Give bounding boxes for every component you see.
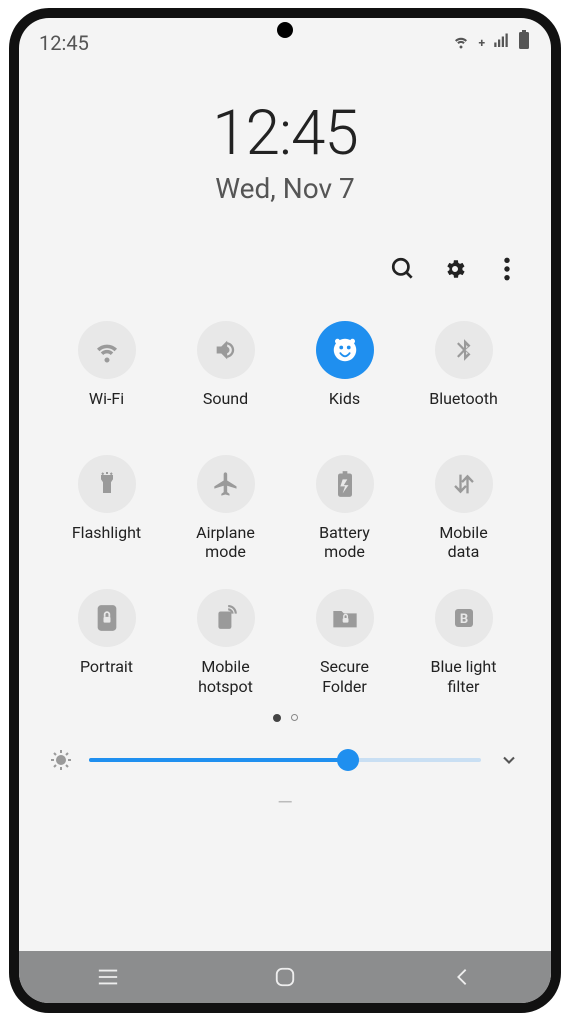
tile-label: Wi-Fi bbox=[89, 389, 124, 427]
quick-settings-grid: Wi-Fi Sound Kids Bluetooth bbox=[19, 293, 551, 706]
tile-label: Sound bbox=[203, 389, 248, 427]
more-button[interactable] bbox=[493, 255, 521, 283]
brightness-slider[interactable] bbox=[89, 748, 481, 772]
tile-battery-mode[interactable]: Battery mode bbox=[285, 455, 404, 561]
bluetooth-icon bbox=[435, 321, 493, 379]
tile-label: Mobile data bbox=[439, 523, 487, 561]
slider-thumb[interactable] bbox=[337, 749, 359, 771]
search-button[interactable] bbox=[389, 255, 417, 283]
blue-light-icon: B bbox=[435, 589, 493, 647]
header-date: Wed, Nov 7 bbox=[19, 172, 551, 205]
page-dot-active[interactable] bbox=[273, 714, 281, 722]
front-camera bbox=[277, 22, 293, 38]
tile-kids[interactable]: Kids bbox=[285, 321, 404, 427]
status-time: 12:45 bbox=[39, 31, 89, 55]
wifi-icon bbox=[78, 321, 136, 379]
tile-label: Mobile hotspot bbox=[198, 657, 253, 695]
battery-icon bbox=[517, 30, 531, 55]
brightness-icon[interactable] bbox=[49, 748, 73, 772]
status-icons: + bbox=[450, 30, 531, 55]
phone-frame: 12:45 + 12:45 Wed, Nov 7 bbox=[9, 8, 561, 1013]
back-button[interactable] bbox=[437, 966, 487, 988]
home-button[interactable] bbox=[260, 966, 310, 988]
expand-brightness-button[interactable] bbox=[497, 748, 521, 772]
tile-sound[interactable]: Sound bbox=[166, 321, 285, 427]
tile-label: Secure Folder bbox=[320, 657, 369, 695]
tile-label: Bluetooth bbox=[429, 389, 498, 427]
tile-mobile-hotspot[interactable]: Mobile hotspot bbox=[166, 589, 285, 695]
tile-wifi[interactable]: Wi-Fi bbox=[47, 321, 166, 427]
tile-label: Portrait bbox=[80, 657, 133, 695]
flashlight-icon bbox=[78, 455, 136, 513]
pagination bbox=[19, 706, 551, 730]
svg-text:B: B bbox=[459, 612, 467, 627]
panel-handle[interactable]: — bbox=[19, 778, 551, 822]
tile-label: Blue light filter bbox=[431, 657, 497, 695]
tile-airplane-mode[interactable]: Airplane mode bbox=[166, 455, 285, 561]
brightness-row bbox=[19, 730, 551, 778]
data-plus-icon: + bbox=[478, 36, 485, 50]
tile-mobile-data[interactable]: Mobile data bbox=[404, 455, 523, 561]
page-dot-inactive[interactable] bbox=[291, 714, 298, 721]
tile-label: Kids bbox=[329, 389, 360, 427]
mobile-data-icon bbox=[435, 455, 493, 513]
secure-folder-icon bbox=[316, 589, 374, 647]
tile-label: Flashlight bbox=[72, 523, 141, 561]
tile-label: Airplane mode bbox=[196, 523, 255, 561]
speaker-icon bbox=[197, 321, 255, 379]
recents-button[interactable] bbox=[83, 968, 133, 986]
panel-header: 12:45 Wed, Nov 7 bbox=[19, 63, 551, 215]
hotspot-icon bbox=[197, 589, 255, 647]
slider-fill bbox=[89, 758, 348, 762]
settings-button[interactable] bbox=[441, 255, 469, 283]
tile-secure-folder[interactable]: Secure Folder bbox=[285, 589, 404, 695]
tile-blue-light-filter[interactable]: B Blue light filter bbox=[404, 589, 523, 695]
kids-icon bbox=[316, 321, 374, 379]
portrait-lock-icon bbox=[78, 589, 136, 647]
wifi-icon bbox=[450, 31, 472, 55]
screen: 12:45 + 12:45 Wed, Nov 7 bbox=[19, 18, 551, 1003]
tile-portrait[interactable]: Portrait bbox=[47, 589, 166, 695]
tile-flashlight[interactable]: Flashlight bbox=[47, 455, 166, 561]
header-time: 12:45 bbox=[19, 97, 551, 170]
action-row bbox=[19, 215, 551, 293]
navigation-bar bbox=[19, 951, 551, 1003]
tile-bluetooth[interactable]: Bluetooth bbox=[404, 321, 523, 427]
tile-label: Battery mode bbox=[319, 523, 370, 561]
signal-icon bbox=[491, 31, 511, 55]
airplane-icon bbox=[197, 455, 255, 513]
battery-mode-icon bbox=[316, 455, 374, 513]
